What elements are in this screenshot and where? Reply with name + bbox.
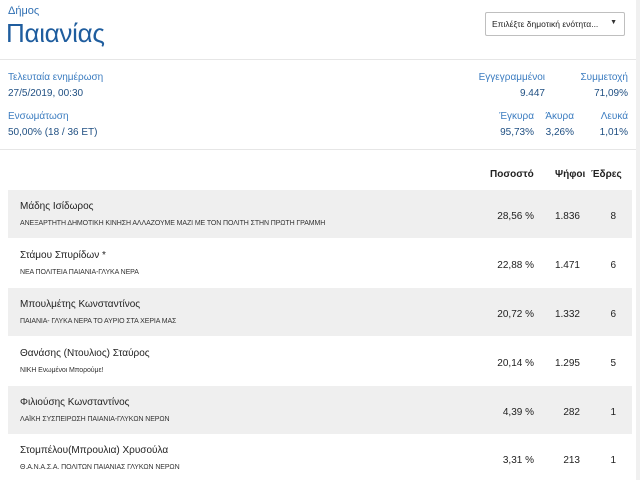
registered-value: 9.447	[519, 88, 545, 99]
scrollbar[interactable]	[636, 0, 640, 480]
votes-cell: 282	[563, 407, 580, 418]
table-row: Μάδης Ισίδωρος ΑΝΕΞΑΡΤΗΤΗ ΔΗΜΟΤΙΚΗ ΚΙΝΗΣ…	[8, 190, 632, 238]
percent-cell: 20,72 %	[497, 309, 534, 320]
invalid-label: Άκυρα	[545, 111, 574, 122]
updated-label: Τελευταία ενημέρωση	[8, 72, 104, 83]
invalid-value: 3,26%	[545, 127, 574, 138]
party-name: ΛΑΪΚΗ ΣΥΣΠΕΙΡΩΣΗ ΠΑΙΑΝΙΑ-ΓΛΥΚΩΝ ΝΕΡΩΝ	[20, 416, 170, 423]
updated-value: 27/5/2019, 00:30	[8, 88, 84, 99]
blank-label: Λευκά	[600, 111, 628, 122]
turnout-label: Συμμετοχή	[580, 72, 628, 83]
party-name: Θ.Α.Ν.Α.Σ.Α. ΠΟΛΙΤΩΝ ΠΑΙΑΝΙΑΣ ΓΛΥΚΩΝ ΝΕΡ…	[20, 464, 180, 471]
entity-type-label: Δήμος	[8, 5, 40, 17]
candidate-name: Θανάσης (Ντουλιος) Σταύρος	[20, 348, 150, 359]
valid-label: Έγκυρα	[499, 111, 534, 122]
seats-cell: 8	[610, 211, 616, 222]
table-row: Φιλιούσης Κωνσταντίνος ΛΑΪΚΗ ΣΥΣΠΕΙΡΩΣΗ …	[8, 386, 632, 434]
percent-cell: 28,56 %	[497, 211, 534, 222]
votes-cell: 1.332	[554, 309, 580, 320]
votes-cell: 1.836	[554, 211, 580, 222]
votes-cell: 1.295	[554, 358, 580, 369]
seats-cell: 1	[610, 407, 616, 418]
table-row: Στάμου Σπυρίδων * ΝΕΑ ΠΟΛΙΤΕΙΑ ΠΑΙΑΝΙΑ-Γ…	[8, 239, 632, 287]
select-placeholder: Επιλέξτε δημοτική ενότητα...	[492, 19, 599, 29]
votes-cell: 213	[563, 455, 580, 466]
candidate-name: Στομπέλου(Μπρουλια) Χρυσούλα	[20, 445, 169, 456]
header: Δήμος Παιανίας Επιλέξτε δημοτική ενότητα…	[0, 0, 640, 60]
turnout-value: 71,09%	[594, 88, 628, 99]
candidate-name: Φιλιούσης Κωνσταντίνος	[20, 397, 130, 408]
seats-cell: 5	[610, 358, 616, 369]
chevron-down-icon: ▼	[610, 19, 617, 26]
municipal-unit-select[interactable]: Επιλέξτε δημοτική ενότητα... ▼	[485, 12, 625, 36]
percent-cell: 3,31 %	[502, 455, 534, 466]
party-name: ΝΙΚΗ Ενωμένοι Μπορούμε!	[20, 367, 104, 374]
table-row: Μπουλμέτης Κωνσταντίνος ΠΑΙΑΝΙΑ- ΓΛΥΚΑ Ν…	[8, 288, 632, 336]
candidate-name: Στάμου Σπυρίδων *	[20, 250, 106, 261]
valid-value: 95,73%	[500, 127, 534, 138]
party-name: ΑΝΕΞΑΡΤΗΤΗ ΔΗΜΟΤΙΚΗ ΚΙΝΗΣΗ ΑΛΛΑΖΟΥΜΕ ΜΑΖ…	[20, 220, 326, 227]
votes-cell: 1.471	[554, 260, 580, 271]
percent-cell: 20,14 %	[497, 358, 534, 369]
table-row: Θανάσης (Ντουλιος) Σταύρος ΝΙΚΗ Ενωμένοι…	[8, 337, 632, 385]
registered-label: Εγγεγραμμένοι	[478, 72, 545, 83]
seats-cell: 6	[610, 309, 616, 320]
page-title: Παιανίας	[6, 18, 105, 48]
column-header-seats: Έδρες	[591, 169, 622, 180]
table-row: Στομπέλου(Μπρουλια) Χρυσούλα Θ.Α.Ν.Α.Σ.Α…	[8, 434, 632, 482]
party-name: ΝΕΑ ΠΟΛΙΤΕΙΑ ΠΑΙΑΝΙΑ-ΓΛΥΚΑ ΝΕΡΑ	[20, 269, 139, 276]
blank-value: 1,01%	[599, 127, 628, 138]
candidate-name: Μπουλμέτης Κωνσταντίνος	[20, 299, 141, 310]
integration-label: Ενσωμάτωση	[8, 111, 69, 122]
column-header-votes: Ψήφοι	[555, 169, 586, 180]
candidate-name: Μάδης Ισίδωρος	[20, 201, 94, 212]
percent-cell: 22,88 %	[497, 260, 534, 271]
percent-cell: 4,39 %	[502, 407, 534, 418]
divider	[0, 149, 640, 150]
integration-value: 50,00% (18 / 36 ΕΤ)	[8, 127, 98, 138]
seats-cell: 6	[610, 260, 616, 271]
party-name: ΠΑΙΑΝΙΑ- ΓΛΥΚΑ ΝΕΡΑ ΤΟ ΑΥΡΙΟ ΣΤΑ ΧΕΡΙΑ Μ…	[20, 318, 177, 325]
divider	[0, 59, 640, 60]
seats-cell: 1	[610, 455, 616, 466]
column-header-percent: Ποσοστό	[490, 169, 534, 180]
